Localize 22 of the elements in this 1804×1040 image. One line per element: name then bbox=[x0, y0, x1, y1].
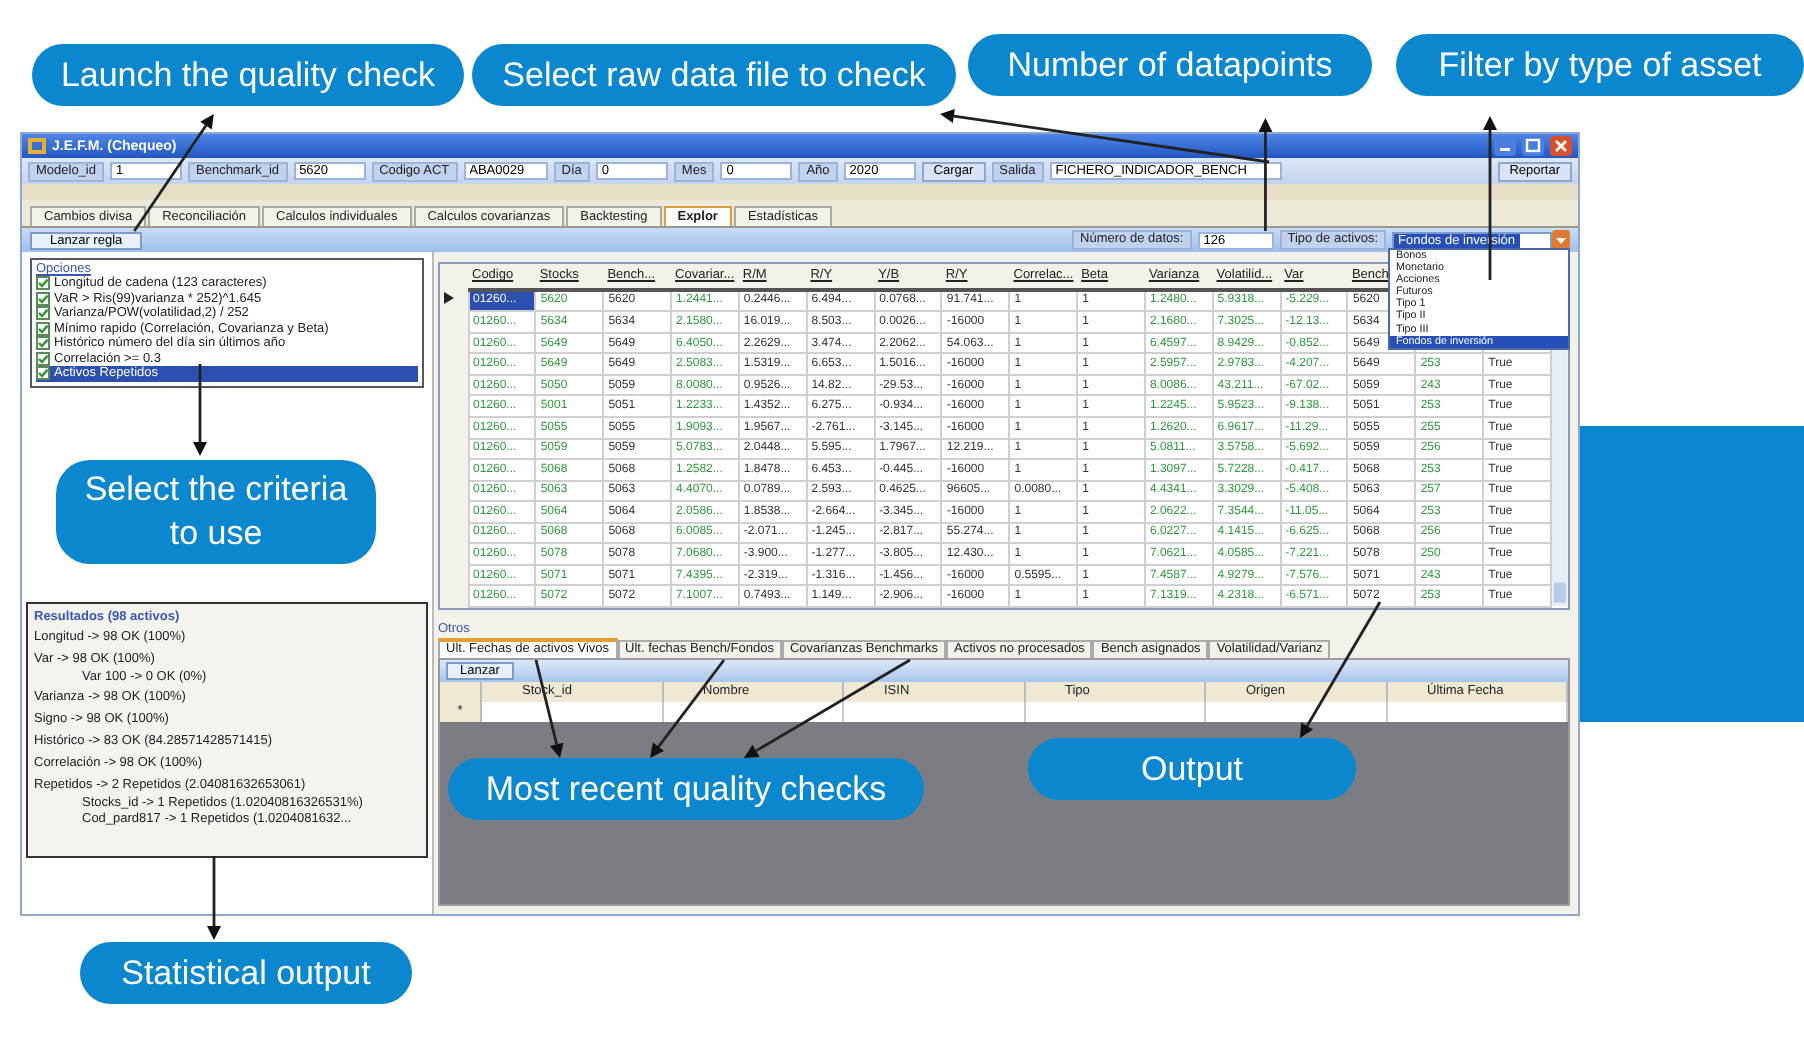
callout: Most recent quality checks bbox=[448, 758, 924, 820]
close-button[interactable] bbox=[1550, 136, 1572, 156]
checkbox[interactable] bbox=[36, 366, 50, 381]
callout: Output bbox=[1028, 738, 1356, 800]
arrow bbox=[207, 856, 221, 940]
maximize-button[interactable] bbox=[1522, 136, 1544, 156]
callout: Launch the quality check bbox=[32, 44, 464, 106]
checkbox[interactable] bbox=[36, 336, 50, 351]
app-icon bbox=[28, 138, 46, 154]
callout: Select the criteria to use bbox=[56, 460, 376, 564]
checkbox[interactable] bbox=[36, 306, 50, 321]
callout: Statistical output bbox=[80, 942, 412, 1004]
checkbox[interactable] bbox=[36, 291, 50, 306]
callout: Select raw data file to check bbox=[472, 44, 956, 106]
callout: Number of datapoints bbox=[968, 34, 1372, 96]
checkbox[interactable] bbox=[36, 276, 50, 291]
row-selector-icon bbox=[444, 291, 454, 304]
arrow bbox=[193, 364, 207, 456]
checkbox[interactable] bbox=[36, 321, 50, 336]
callout: Filter by type of asset bbox=[1396, 34, 1804, 96]
minimize-button[interactable] bbox=[1494, 136, 1516, 156]
checkbox[interactable] bbox=[36, 351, 50, 366]
